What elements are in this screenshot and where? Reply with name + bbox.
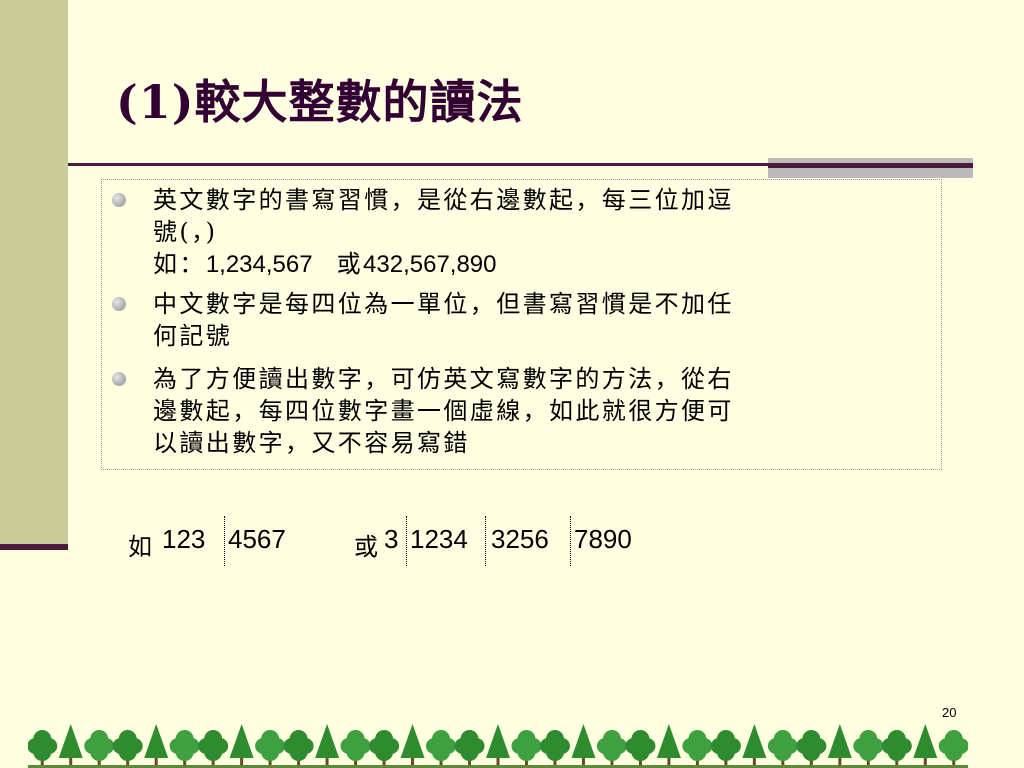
bullet-text: 中文數字是每四位為一單位，但書寫習慣是不加任 何記號 xyxy=(153,288,913,352)
example-number-2: 432,567,890 xyxy=(363,251,497,278)
tree-icon xyxy=(881,730,912,766)
tree-icon xyxy=(58,724,83,766)
dotted-separator xyxy=(485,516,486,566)
bullet-line: 中文數字是每四位為一單位，但書寫習慣是不加任 xyxy=(153,290,734,318)
bullet-item-english-commas: 英文數字的書寫習慣，是從右邊數起，每三位加逗 號(，) 如：1,234,567 … xyxy=(112,184,913,281)
tree-icon xyxy=(827,724,852,766)
tree-icon xyxy=(853,730,884,766)
left-decorative-band xyxy=(0,0,68,548)
number-group: 3 xyxy=(384,524,399,554)
bullet-line: 邊數起，每四位數字畫一個虛線，如此就很方便可 xyxy=(153,397,734,425)
example-prefix: 如： xyxy=(153,250,206,278)
bullet-icon xyxy=(112,297,126,311)
bullet-item-dashed-lines: 為了方便讀出數字，可仿英文寫數字的方法，從右 邊數起，每四位數字畫一個虛線，如此… xyxy=(112,363,913,459)
bullet-line-example: 如：1,234,567 或432,567,890 xyxy=(153,248,913,281)
tree-icon xyxy=(426,730,457,766)
tree-icon xyxy=(539,730,570,766)
dotted-separator xyxy=(224,516,225,566)
dotted-separator xyxy=(570,516,571,566)
tree-icon xyxy=(112,730,143,766)
bullet-item-chinese-units: 中文數字是每四位為一單位，但書寫習慣是不加任 何記號 xyxy=(112,288,913,352)
tree-icon xyxy=(340,730,371,766)
tree-icon xyxy=(682,730,713,766)
bullet-icon xyxy=(112,193,126,207)
number-group: 4567 xyxy=(228,524,286,554)
tree-icon xyxy=(571,724,596,766)
number-group: 1234 xyxy=(410,524,468,554)
tree-icon xyxy=(283,730,314,766)
bullet-text: 英文數字的書寫習慣，是從右邊數起，每三位加逗 號(，) 如：1,234,567 … xyxy=(153,184,913,281)
tree-icon xyxy=(511,730,542,766)
bullet-icon xyxy=(112,372,126,386)
tree-icon xyxy=(596,730,627,766)
bullet-line: 英文數字的書寫習慣，是從右邊數起，每三位加逗 xyxy=(153,186,734,214)
tree-icon xyxy=(28,730,58,766)
tree-icon xyxy=(454,730,485,766)
left-band-accent-line xyxy=(0,544,68,550)
tree-icon xyxy=(938,730,968,766)
tree-border-decoration xyxy=(28,724,968,768)
tree-icon xyxy=(710,730,741,766)
tree-icon xyxy=(742,724,767,766)
dotted-separator xyxy=(406,516,407,566)
tree-icon xyxy=(400,724,425,766)
tree-icon xyxy=(169,730,200,766)
bullet-line: 以讀出數字，又不容易寫錯 xyxy=(153,429,470,457)
tree-icon xyxy=(369,730,400,766)
corner-accent-line xyxy=(768,166,973,168)
tree-icon xyxy=(796,730,827,766)
tree-icon xyxy=(84,730,115,766)
tree-icon xyxy=(198,730,229,766)
example-or: 或 xyxy=(336,250,364,278)
number-group: 3256 xyxy=(491,524,549,554)
tree-icon xyxy=(486,724,510,766)
example-number-1: 1,234,567 xyxy=(205,251,313,278)
tree-icon xyxy=(229,724,254,766)
bullet-line: 何記號 xyxy=(153,322,233,350)
bullet-line: 號(，) xyxy=(153,218,218,246)
slide-title: (1)較大整數的讀法 xyxy=(116,75,524,129)
number-group: 7890 xyxy=(574,524,632,554)
bullet-text: 為了方便讀出數字，可仿英文寫數字的方法，從右 邊數起，每四位數字畫一個虛線，如此… xyxy=(153,363,913,459)
example-prefix-huo: 或 xyxy=(354,533,378,561)
tree-icon xyxy=(315,724,340,766)
number-group: 123 xyxy=(162,524,206,554)
example-prefix-ru: 如 xyxy=(128,533,152,561)
tree-icon xyxy=(625,730,656,766)
tree-icon xyxy=(913,724,938,766)
tree-icon xyxy=(255,730,286,766)
bullet-line: 為了方便讀出數字，可仿英文寫數字的方法，從右 xyxy=(153,365,734,393)
tree-icon xyxy=(144,724,169,766)
tree-icon xyxy=(656,724,681,766)
corner-accent-bar xyxy=(768,158,973,178)
tree-icon xyxy=(767,730,798,766)
